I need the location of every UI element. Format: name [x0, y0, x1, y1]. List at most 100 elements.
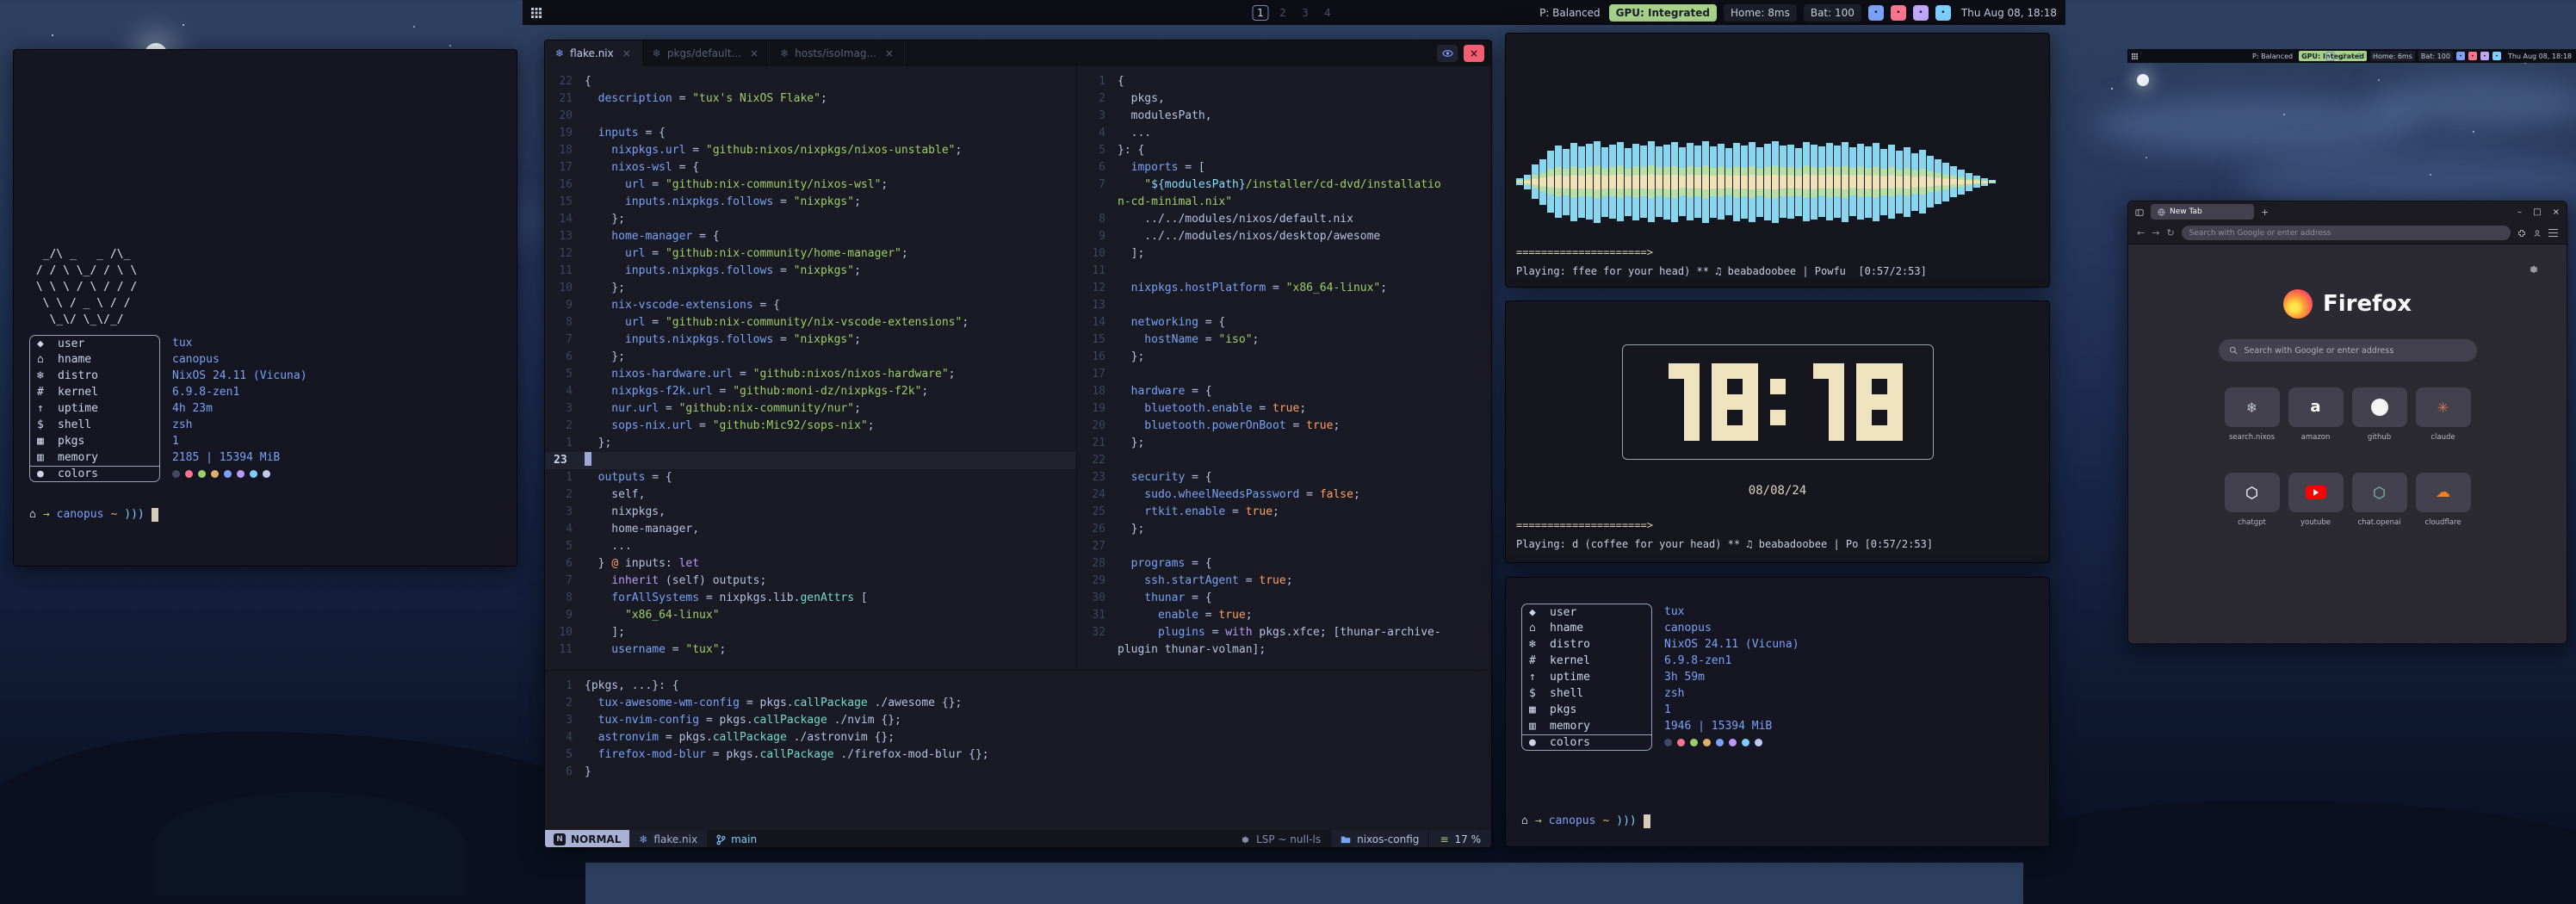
eye-toggle-button[interactable] [1437, 45, 1458, 62]
editor-pane-pkgs-default-nix[interactable]: 1{pkgs, ...}: {2 tux-awesome-wm-config =… [545, 670, 1491, 830]
workspace-tag-3[interactable]: 3 [2355, 52, 2363, 61]
workspace-tag-2[interactable]: 2 [2340, 52, 2349, 61]
palette-dot [1742, 739, 1749, 746]
fetch-value: 3h 59m [1652, 669, 1705, 685]
buffer-tab-hosts-isoImag-[interactable]: ❄hosts/isoImag...× [770, 40, 905, 66]
workspace-tag-2[interactable]: 2 [1275, 5, 1291, 21]
terminal-window-fastfetch[interactable]: _/\ _ _ /\_ / / \ \_/ / \ \ \ \ \ / \ / … [13, 49, 517, 567]
viz-bar [1594, 141, 1601, 223]
tray-icon-4[interactable]: • [1935, 5, 1951, 21]
browser-tab-new-tab[interactable]: New Tab [2151, 204, 2254, 220]
tray-icon-2[interactable]: • [2468, 52, 2477, 60]
close-tab-icon[interactable]: × [885, 47, 894, 59]
terminal-window-fastfetch-2[interactable]: ◆usertux⌂hnamecanopus❄distroNixOS 24.11 … [1505, 577, 2050, 847]
viz-bar [1547, 151, 1554, 213]
shortcut-tile-github[interactable]: github [2352, 387, 2407, 442]
tray-icon-3[interactable]: • [1913, 5, 1929, 21]
new-tab-button[interactable]: + [2261, 207, 2269, 218]
shell-prompt[interactable]: ⌂ → canopus ~ ))) [1521, 813, 2049, 829]
shortcut-tile-amazon[interactable]: aamazon [2288, 387, 2344, 442]
shortcut-tile-icon-box [2352, 473, 2407, 512]
editor-pane-flake-nix[interactable]: 22{21 description = "tux's NixOS Flake";… [545, 66, 1077, 669]
home-icon: ⌂ [1521, 813, 1528, 829]
tray-icon-1[interactable]: • [1868, 5, 1884, 21]
viz-bar [1609, 145, 1616, 219]
tray-icon-4[interactable]: • [2492, 52, 2501, 60]
code-line: 22{ [545, 73, 1076, 90]
close-buffer-button[interactable]: × [1464, 45, 1484, 62]
address-bar[interactable]: Search with Google or enter address [2182, 226, 2511, 240]
close-tab-icon[interactable]: × [750, 47, 759, 59]
buffer-tab-flake-nix[interactable]: ❄flake.nix× [545, 40, 642, 66]
memory-icon: ▥ [37, 449, 50, 466]
line-number: 5 [545, 746, 585, 764]
close-tab-icon[interactable]: × [622, 47, 631, 59]
newtab-settings-gear-icon[interactable] [2529, 262, 2539, 278]
tray-icon-1[interactable]: • [2456, 52, 2465, 60]
workspace-tag-1[interactable]: 1 [2325, 52, 2334, 61]
line-number: 5 [1078, 142, 1118, 159]
code-text: inputs = { [585, 125, 666, 142]
viz-bar [1539, 159, 1546, 205]
app-launcher-icon[interactable] [531, 8, 542, 18]
code-text: } [585, 764, 591, 781]
buffer-tab-pkgs-default-[interactable]: ❄pkgs/default...× [642, 40, 770, 66]
search-icon [2229, 346, 2238, 355]
extensions-puzzle-icon[interactable] [2517, 225, 2526, 241]
code-text: tux-awesome-wm-config = pkgs.callPackage… [585, 695, 962, 712]
shortcut-tile-cloudflare[interactable]: ☁cloudflare [2416, 473, 2471, 527]
clock-window[interactable]: 08/08/24 =====================> Playing:… [1505, 300, 2050, 563]
code-text: "x86_64-linux" [585, 607, 720, 624]
code-text: bluetooth.enable = true; [1118, 400, 1306, 418]
close-button[interactable]: × [2553, 207, 2560, 217]
viz-bar [1958, 170, 1965, 195]
back-button[interactable]: ← [2137, 227, 2145, 238]
github-icon [2371, 399, 2388, 416]
shortcut-tile-icon-box [2288, 473, 2344, 512]
account-icon[interactable] [2533, 225, 2542, 241]
editor-pane-iso-default-nix[interactable]: 1{2 pkgs,3 modulesPath,4 ...5}: {6 impor… [1078, 66, 1491, 669]
viz-bar [1733, 143, 1740, 221]
line-number: 31 [1078, 607, 1118, 624]
code-line: 1{pkgs, ...}: { [545, 678, 1491, 695]
minimize-button[interactable]: – [2517, 207, 2522, 217]
tray-icon-3[interactable]: • [2480, 52, 2489, 60]
tray-icon-2[interactable]: • [1891, 5, 1906, 21]
code-line: 9 ../../modules/nixos/desktop/awesome [1078, 228, 1491, 245]
fastfetch-info-table: ◆usertux⌂hnamecanopus❄distroNixOS 24.11 … [29, 335, 517, 482]
shortcut-tile-chatgpt[interactable]: chatgpt [2225, 473, 2280, 527]
code-line: 15 inputs.nixpkgs.follows = "nixpkgs"; [545, 194, 1076, 211]
clock-digit-8 [1856, 363, 1903, 441]
shortcut-tile-label: amazon [2301, 433, 2331, 442]
neovim-window[interactable]: ❄flake.nix×❄pkgs/default...×❄hosts/isoIm… [544, 40, 1492, 848]
viz-bar [1896, 151, 1903, 214]
reload-button[interactable]: ↻ [2166, 227, 2174, 238]
shell-prompt[interactable]: ⌂ → canopus ~ ))) [29, 506, 517, 523]
newtab-search-input[interactable]: Search with Google or enter address [2219, 339, 2477, 362]
shortcut-tile-claude[interactable]: ✳claude [2416, 387, 2471, 442]
palette-dot [172, 470, 180, 478]
nix-snowflake-icon: ❄ [2246, 399, 2257, 416]
line-number: 16 [1078, 349, 1118, 366]
shortcut-tile-youtube[interactable]: youtube [2288, 473, 2344, 527]
palette-dot [1729, 739, 1737, 746]
firefox-view-icon[interactable] [2135, 204, 2144, 220]
workspace-tag-4[interactable]: 4 [1320, 5, 1336, 21]
audio-visualizer-window[interactable]: =====================> Playing: ffee for… [1505, 33, 2050, 288]
code-line: 9 nix-vscode-extensions = { [545, 297, 1076, 314]
firefox-window[interactable]: New Tab + – □ × ← → ↻ Search with Google… [2127, 201, 2567, 644]
workspace-tag-1[interactable]: 1 [1253, 5, 1269, 21]
workspace-tag-3[interactable]: 3 [1297, 5, 1314, 21]
menu-icon[interactable] [2548, 229, 2558, 237]
shortcut-tile-search-nixos[interactable]: ❄search.nixos [2225, 387, 2280, 442]
app-launcher-icon[interactable] [2132, 53, 2138, 59]
code-line: 13 [1078, 297, 1491, 314]
shortcut-tile-chat-openai[interactable]: chat.openai [2352, 473, 2407, 527]
shortcut-tile-label: cloudflare [2424, 518, 2461, 527]
forward-button[interactable]: → [2152, 227, 2159, 238]
line-number: 18 [1078, 383, 1118, 400]
palette-dot [185, 470, 193, 478]
workspace-tag-4[interactable]: 4 [2369, 52, 2378, 61]
maximize-button[interactable]: □ [2533, 207, 2541, 217]
fetch-value: 4h 23m [160, 400, 213, 417]
